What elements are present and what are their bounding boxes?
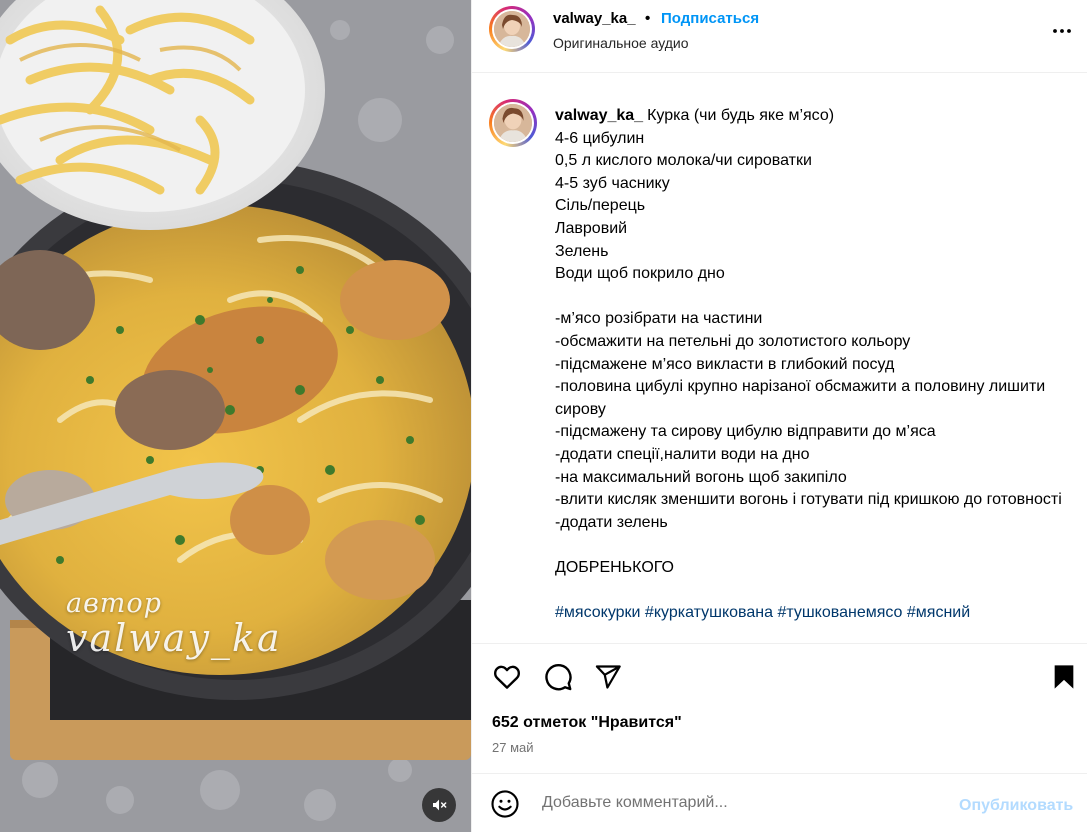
save-button[interactable] xyxy=(1048,661,1080,693)
caption-username[interactable]: valway_ka_ xyxy=(555,107,643,124)
caption-line: Сіль/перець xyxy=(555,197,646,215)
post-header: valway_ka_ • Подписаться Оригинальное ау… xyxy=(472,0,1087,73)
caption-line xyxy=(555,579,1065,602)
caption-hashtags[interactable]: #мясокурки #куркатушкована #тушкованемяс… xyxy=(555,602,1065,625)
follow-button[interactable]: Подписаться xyxy=(661,10,759,27)
caption-line: Зелень xyxy=(555,242,609,260)
post-actions: 652 отметок "Нравится" 27 май xyxy=(472,643,1087,773)
caption-line: ДОБРЕНЬКОГО xyxy=(555,558,674,576)
like-button[interactable] xyxy=(491,661,523,693)
caption-line: Води щоб покрило дно xyxy=(555,265,725,283)
post-media[interactable]: автор valway_ka xyxy=(0,0,471,832)
avatar[interactable] xyxy=(489,6,535,52)
caption-line: 0,5 л кислого молока/чи сироватки xyxy=(555,152,812,170)
caption-line: -влити кисляк зменшити вогонь і готувати… xyxy=(555,491,1062,509)
food-photo xyxy=(0,0,471,832)
post-caption: valway_ka_ Курка (чи будь яке м’ясо) 4-6 … xyxy=(555,105,1065,625)
more-options-button[interactable] xyxy=(1050,19,1074,43)
share-icon xyxy=(595,665,621,689)
post-date[interactable]: 27 май xyxy=(492,740,534,755)
author-username[interactable]: valway_ka_ xyxy=(553,10,636,27)
watermark-line-1: автор xyxy=(66,588,162,619)
share-button[interactable] xyxy=(592,661,624,693)
caption-line: valway_ka_ Курка (чи будь яке м’ясо) xyxy=(555,107,835,124)
emoji-button[interactable] xyxy=(490,789,522,821)
caption-line: -підсмажене м’ясо викласти в глибокий по… xyxy=(555,355,895,373)
caption-line xyxy=(555,286,1065,309)
separator-dot: • xyxy=(645,10,651,27)
caption-line: -додати спеції,налити води на дно xyxy=(555,445,810,463)
post-panel: valway_ka_ • Подписаться Оригинальное ау… xyxy=(471,0,1087,832)
audio-label[interactable]: Оригинальное аудио xyxy=(553,35,689,51)
emoji-icon xyxy=(491,790,519,818)
caption-avatar[interactable] xyxy=(489,99,537,147)
speaker-muted-icon xyxy=(433,799,447,811)
heart-icon xyxy=(494,665,520,689)
caption-line: -підсмажену та сирову цибулю відправити … xyxy=(555,423,936,441)
caption-line: -на максимальний вогонь щоб закипіло xyxy=(555,468,847,486)
comment-button[interactable] xyxy=(542,661,574,693)
watermark-line-2: valway_ka xyxy=(66,616,282,660)
publish-button[interactable]: Опубликовать xyxy=(959,797,1073,815)
comment-bar: Опубликовать xyxy=(472,773,1087,832)
caption-line: 4-5 зуб часнику xyxy=(555,174,670,192)
mute-button[interactable] xyxy=(422,788,456,822)
caption-line: 4-6 цибулин xyxy=(555,129,645,147)
caption-line: -обсмажити на петельні до золотистого ко… xyxy=(555,332,911,350)
caption-line: -додати зелень xyxy=(555,513,668,531)
caption-line xyxy=(555,534,1065,557)
comment-input[interactable] xyxy=(542,794,942,812)
more-options-icon xyxy=(1053,29,1071,33)
caption-line: Лавровий xyxy=(555,219,628,237)
caption-line: -м’ясо розібрати на частини xyxy=(555,310,763,328)
likes-count[interactable]: 652 отметок "Нравится" xyxy=(492,714,682,732)
caption-line: -половина цибулі крупно нарізаної обсмаж… xyxy=(555,378,1046,418)
comment-icon xyxy=(545,664,572,691)
bookmark-icon xyxy=(1054,665,1074,689)
media-watermark: автор valway_ka xyxy=(66,590,282,657)
caption-area: valway_ka_ Курка (чи будь яке м’ясо) 4-6 … xyxy=(472,74,1087,643)
